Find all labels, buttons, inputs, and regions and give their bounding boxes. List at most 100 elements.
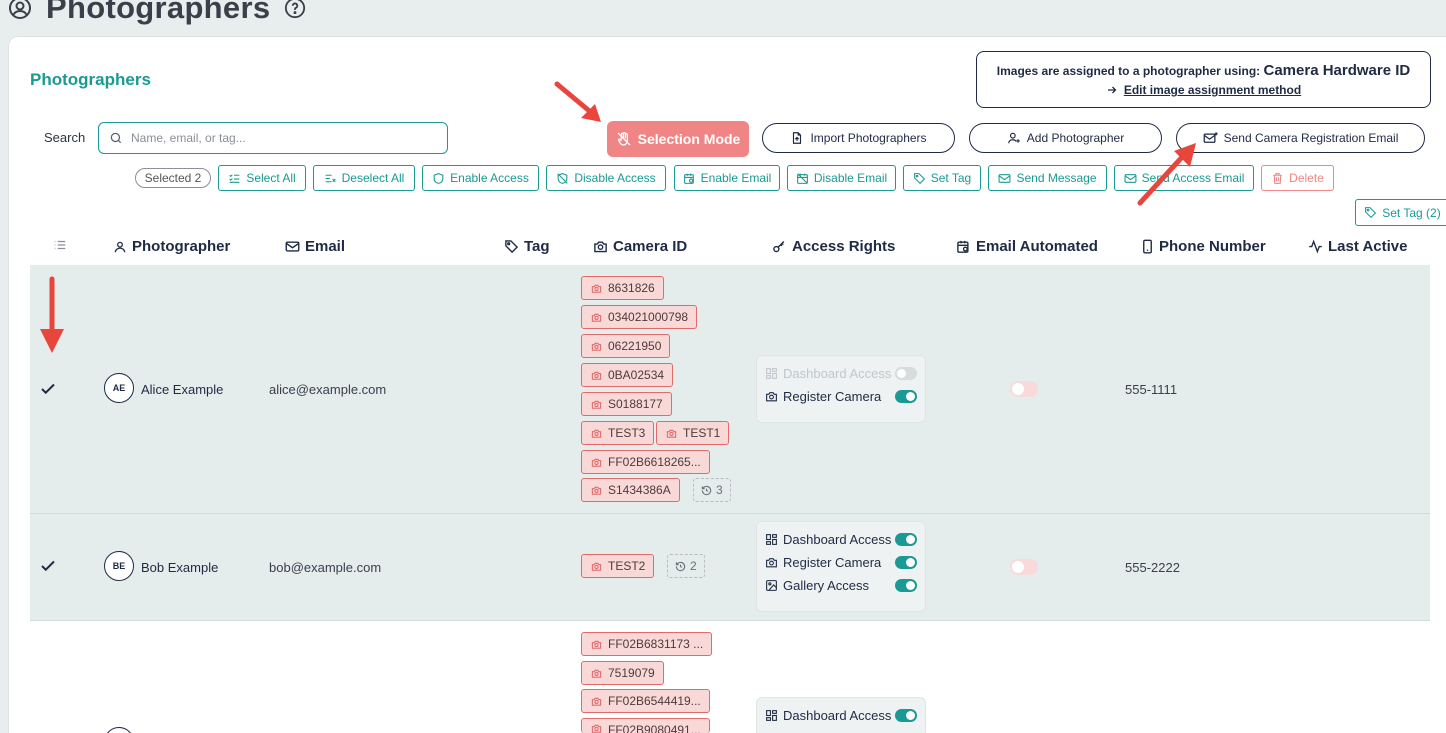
tag-icon — [1364, 206, 1377, 219]
camera-id-chip[interactable]: 7519079 — [581, 661, 664, 685]
dashboard-icon — [765, 367, 778, 380]
check-icon[interactable] — [39, 380, 57, 398]
send-camera-registration-email-button[interactable]: Send Camera Registration Email — [1176, 123, 1425, 153]
column-camera-id[interactable]: Camera ID — [593, 238, 687, 255]
camera-id-chip[interactable]: TEST1 — [656, 421, 730, 445]
camera-id-chip[interactable]: FF02B6618265... — [581, 450, 710, 474]
photographer-name[interactable]: Bob Example — [141, 560, 218, 575]
dashboard-access-toggle[interactable] — [895, 533, 917, 546]
camera-id-chip[interactable]: TEST2 — [581, 554, 655, 578]
camera-id-chip[interactable]: 06221950 — [581, 334, 671, 358]
column-access-rights[interactable]: Access Rights — [772, 238, 895, 255]
camera-id-chip[interactable]: FF02B9080491... — [581, 718, 710, 733]
mail-icon — [998, 172, 1011, 185]
column-email-automated[interactable]: Email Automated — [956, 238, 1098, 255]
access-rights-card: Dashboard Access Register Camera — [756, 355, 926, 423]
avatar — [104, 727, 134, 733]
delete-button[interactable]: Delete — [1261, 165, 1334, 191]
annotation-arrow — [554, 81, 601, 122]
key-icon — [772, 239, 787, 254]
search-input[interactable] — [131, 131, 431, 145]
gallery-icon — [765, 579, 778, 592]
shield-off-icon — [556, 172, 569, 185]
tag-icon — [913, 172, 926, 185]
mail-plus-icon — [1203, 131, 1218, 146]
phone-number: 555-2222 — [1125, 560, 1180, 575]
search-box[interactable] — [98, 122, 448, 154]
activity-icon — [1308, 239, 1323, 254]
dashboard-access-toggle[interactable] — [895, 709, 917, 722]
column-last-active[interactable]: Last Active — [1308, 238, 1407, 255]
access-gallery: Gallery Access — [765, 574, 917, 597]
enable-access-button[interactable]: Enable Access — [422, 165, 539, 191]
table-row[interactable]: AE Alice Example alice@example.com 86318… — [30, 265, 1430, 514]
register-camera-toggle[interactable] — [895, 556, 917, 569]
help-icon[interactable] — [284, 0, 306, 19]
search-label: Search — [44, 130, 86, 145]
select-all-button[interactable]: Select All — [218, 165, 306, 191]
camera-icon — [666, 428, 677, 439]
camera-history-chip[interactable]: 2 — [667, 554, 705, 578]
photographer-name[interactable]: Alice Example — [141, 382, 223, 397]
camera-id-chip[interactable]: 0BA02534 — [581, 363, 674, 387]
assignment-info: Images are assigned to a photographer us… — [996, 62, 1411, 79]
calendar-clock-icon — [956, 239, 971, 254]
camera-icon — [591, 341, 602, 352]
disable-access-button[interactable]: Disable Access — [546, 165, 666, 191]
send-message-button[interactable]: Send Message — [988, 165, 1107, 191]
disable-email-button[interactable]: Disable Email — [787, 165, 896, 191]
enable-email-button[interactable]: Enable Email — [674, 165, 780, 191]
calendar-clock-icon — [683, 172, 696, 185]
assignment-method: Camera Hardware ID — [1263, 62, 1411, 79]
set-tag-button[interactable]: Set Tag — [903, 165, 981, 191]
camera-icon — [593, 239, 608, 254]
camera-icon — [765, 556, 778, 569]
check-icon[interactable] — [39, 557, 57, 575]
avatar: BE — [104, 551, 134, 581]
camera-id-chip[interactable]: 8631826 — [581, 276, 664, 300]
mail-icon — [285, 239, 300, 254]
list-check-icon — [228, 172, 241, 185]
selection-mode-button[interactable]: Selection Mode — [607, 121, 749, 157]
register-camera-toggle[interactable] — [895, 390, 917, 403]
camera-id-chip[interactable]: S0188177 — [581, 392, 672, 416]
edit-assignment-link[interactable]: Edit image assignment method — [1106, 83, 1301, 97]
access-rights-card: Dashboard Access Register Camera Gallery… — [756, 521, 926, 612]
table-row[interactable]: FF02B6831173 ... 7519079 FF02B6544419...… — [30, 621, 1430, 733]
section-title: Photographers — [30, 70, 151, 89]
deselect-all-button[interactable]: Deselect All — [313, 165, 415, 191]
column-email[interactable]: Email — [285, 238, 345, 255]
access-dashboard: Dashboard Access — [765, 704, 917, 727]
dashboard-icon — [765, 533, 778, 546]
annotation-arrow — [1137, 143, 1196, 206]
camera-history-chip[interactable]: 3 — [693, 478, 731, 502]
user-plus-icon — [1007, 131, 1021, 145]
set-tag-count-button[interactable]: Set Tag (2) — [1355, 199, 1446, 226]
camera-id-chip[interactable]: TEST3 — [581, 421, 655, 445]
photographer-email: alice@example.com — [269, 382, 387, 397]
column-photographer[interactable]: Photographer — [113, 238, 230, 255]
import-photographers-button[interactable]: Import Photographers — [762, 123, 955, 153]
camera-id-chip[interactable]: 034021000798 — [581, 305, 698, 329]
gallery-access-toggle[interactable] — [895, 579, 917, 592]
list-icon — [53, 238, 67, 252]
column-phone-number[interactable]: Phone Number — [1141, 238, 1266, 255]
file-import-icon — [790, 131, 804, 145]
table-row[interactable]: BE Bob Example bob@example.com TEST2 2 D… — [30, 514, 1430, 621]
page-title: Photographers — [46, 0, 271, 25]
email-automated-toggle[interactable] — [1010, 559, 1038, 575]
camera-icon — [591, 639, 602, 650]
camera-icon — [765, 390, 778, 403]
camera-id-chip[interactable]: FF02B6544419... — [581, 689, 710, 713]
camera-icon — [591, 457, 602, 468]
column-tag[interactable]: Tag — [504, 238, 550, 255]
camera-id-chip[interactable]: S1434386A — [581, 478, 680, 502]
camera-id-chip[interactable]: FF02B6831173 ... — [581, 632, 713, 656]
email-automated-toggle[interactable] — [1010, 381, 1038, 397]
user-icon — [113, 240, 127, 254]
dashboard-access-toggle[interactable] — [895, 367, 917, 380]
column-menu[interactable] — [53, 238, 67, 252]
history-icon — [675, 561, 686, 572]
avatar: AE — [104, 373, 134, 403]
access-dashboard: Dashboard Access — [765, 528, 917, 551]
